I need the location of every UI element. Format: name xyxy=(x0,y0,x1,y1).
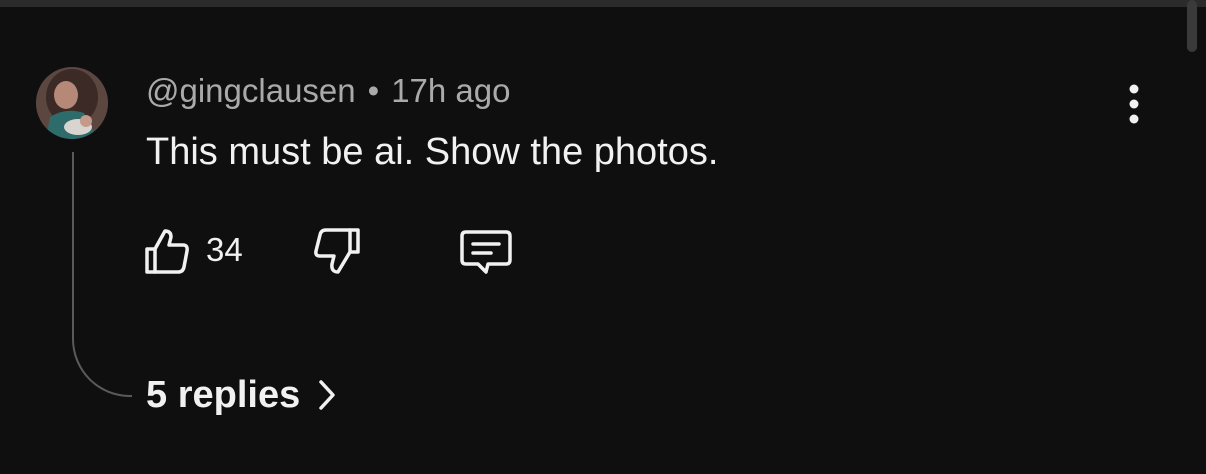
like-count: 34 xyxy=(206,231,243,268)
scrollbar[interactable] xyxy=(1187,0,1197,52)
avatar-image xyxy=(36,67,108,139)
view-replies-button[interactable]: 5 replies xyxy=(146,372,336,418)
top-divider xyxy=(0,0,1206,7)
reply-thread-line xyxy=(72,152,132,397)
thumbs-up-icon xyxy=(145,229,189,274)
meta-separator: • xyxy=(367,72,380,109)
avatar[interactable] xyxy=(36,67,108,139)
comment-meta: @gingclausen • 17h ago xyxy=(146,72,511,110)
comment-view: @gingclausen • 17h ago This must be ai. Sh… xyxy=(0,0,1206,474)
like-button[interactable] xyxy=(140,220,194,280)
chevron-right-icon xyxy=(318,379,336,411)
vertical-ellipsis-icon xyxy=(1129,84,1139,124)
comment-bubble-icon xyxy=(460,230,512,274)
comment-text: This must be ai. Show the photos. xyxy=(146,131,719,173)
comment-menu-button[interactable] xyxy=(1116,82,1152,126)
thumbs-down-icon xyxy=(314,228,360,274)
author-handle[interactable]: @gingclausen xyxy=(146,72,356,109)
dislike-button[interactable] xyxy=(310,220,364,280)
replies-count-label: 5 replies xyxy=(146,374,301,416)
comment-timestamp[interactable]: 17h ago xyxy=(391,72,510,109)
reply-button[interactable] xyxy=(458,220,514,280)
